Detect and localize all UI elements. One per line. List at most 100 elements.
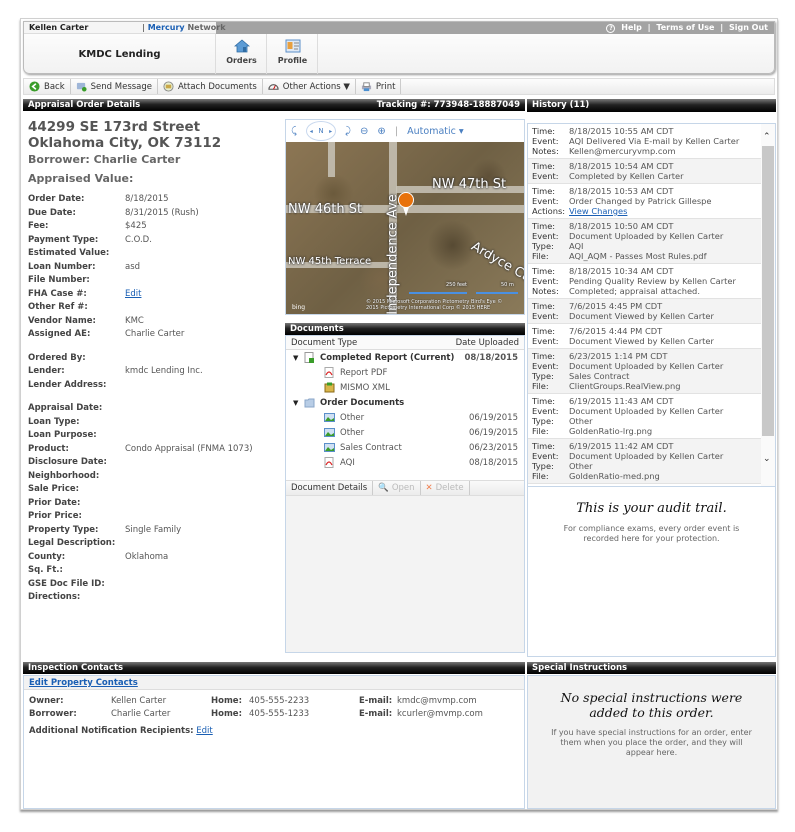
zoom-out-icon[interactable]: ⊖: [360, 126, 368, 137]
audit-text: For compliance exams, every order event …: [563, 524, 740, 543]
document-row[interactable]: Report PDF: [286, 365, 524, 380]
details-fields: Order Date: 8/18/2015 Due Date: 8/31/2015 (…: [28, 194, 278, 606]
field-label: Assigned AE:: [28, 329, 91, 339]
field-label: Lender Address:: [28, 379, 107, 390]
field-label: Property Type:: [28, 524, 99, 535]
document-row[interactable]: Sales Contract 06/23/2015: [286, 440, 524, 455]
document-group-row[interactable]: ▼ Completed Report (Current) 08/18/2015: [286, 350, 524, 365]
special-instructions-header: Special Instructions: [527, 662, 776, 674]
field-label: Estimated Value:: [28, 248, 110, 258]
detail-field-row: Product: Condo Appraisal (FNMA 1073): [28, 444, 278, 458]
detail-field-row: Loan Number: asd: [28, 262, 278, 276]
history-value: Other: [569, 461, 593, 471]
folder-icon: [304, 397, 315, 408]
additional-recipients-edit-link[interactable]: Edit: [196, 726, 212, 739]
signout-link[interactable]: Sign Out: [729, 23, 768, 32]
zoom-in-icon[interactable]: ⊕: [377, 126, 385, 137]
send-message-button[interactable]: Send Message: [71, 79, 159, 94]
detail-field-row: County: Oklahoma: [28, 552, 278, 566]
help-icon[interactable]: ?: [606, 24, 616, 33]
history-key: Actions:: [532, 206, 566, 216]
history-key: Type:: [532, 371, 554, 381]
field-value: Single Family: [125, 524, 182, 535]
compass-control[interactable]: ◂ N ▸: [306, 121, 336, 141]
document-row[interactable]: Other 06/19/2015: [286, 410, 524, 425]
document-row[interactable]: MISMO XML: [286, 380, 524, 395]
scroll-down-icon[interactable]: ⌄: [763, 454, 771, 464]
document-name: Sales Contract: [340, 442, 402, 453]
field-label: GSE Doc File ID:: [28, 578, 105, 589]
property-map[interactable]: ⤹ ◂ N ▸ ⤸ ⊖ ⊕ | Automatic ▾ NW 47th St NW …: [285, 119, 525, 315]
history-key: Notes:: [532, 146, 559, 156]
document-row[interactable]: Other 06/19/2015: [286, 425, 524, 440]
detail-field-row: Fee: $425: [28, 221, 278, 235]
detail-field-row: Loan Purpose:: [28, 430, 278, 444]
open-button[interactable]: 🔍 Open: [373, 481, 421, 495]
col-document-type[interactable]: Document Type: [291, 338, 357, 348]
field-label: Neighborhood:: [28, 470, 100, 481]
history-value: GoldenRatio-lrg.png: [569, 426, 653, 436]
home-phone: 405-555-2233: [249, 696, 310, 706]
map-type-dropdown[interactable]: Automatic ▾: [407, 126, 464, 137]
app-frame: Kellen Carter | Mercury Network ? Help |…: [20, 18, 778, 810]
history-value: Document Uploaded by Kellen Carter: [569, 231, 724, 241]
street-label: NW 46th St: [288, 202, 363, 217]
history-key: Event:: [532, 451, 559, 461]
borrower-heading: Borrower: Charlie Carter: [28, 153, 181, 166]
history-value: 7/6/2015 4:44 PM CDT: [569, 326, 663, 336]
nav-orders[interactable]: Orders: [217, 34, 267, 74]
document-group-row[interactable]: ▼ Order Documents: [286, 395, 524, 410]
rotate-left-icon[interactable]: ⤹: [291, 126, 297, 137]
field-label: Due Date:: [28, 207, 76, 218]
open-icon: 🔍: [378, 483, 389, 493]
detail-field-row: Lender Address:: [28, 380, 278, 394]
help-link[interactable]: Help: [621, 23, 642, 32]
history-value: 8/18/2015 10:53 AM CDT: [569, 186, 674, 196]
field-label: File Number:: [28, 275, 90, 285]
scroll-up-icon[interactable]: ⌃: [763, 132, 771, 142]
history-key: Event:: [532, 276, 559, 286]
history-value: Document Viewed by Kellen Carter: [569, 311, 714, 321]
delete-button[interactable]: ✕ Delete: [421, 481, 470, 495]
history-value: Kellen@mercuryvmp.com: [569, 146, 676, 156]
audit-title: This is your audit trail.: [576, 501, 727, 516]
attach-documents-button[interactable]: Attach Documents: [158, 79, 263, 94]
col-date-uploaded[interactable]: Date Uploaded: [456, 338, 519, 348]
gauge-icon: [268, 84, 279, 90]
contact-name: Kellen Carter: [111, 696, 167, 706]
history-value: 8/18/2015 10:55 AM CDT: [569, 126, 674, 136]
terms-link[interactable]: Terms of Use: [656, 23, 714, 32]
expand-triangle-icon[interactable]: ▼: [293, 399, 299, 407]
location-pin-icon[interactable]: [398, 192, 414, 208]
history-item: Time: 7/6/2015 4:45 PM CDT Event: Document …: [528, 299, 761, 324]
edit-property-contacts-link[interactable]: Edit Property Contacts: [29, 678, 138, 688]
document-row[interactable]: AQI 08/18/2015: [286, 455, 524, 470]
history-scrollbar[interactable]: ⌃ ⌄: [761, 124, 775, 486]
history-key: Time:: [532, 326, 556, 336]
field-label: Sq. Ft.:: [28, 565, 63, 575]
history-key: Time:: [532, 441, 556, 451]
field-value: asd: [125, 261, 141, 272]
print-button[interactable]: Print: [356, 79, 402, 94]
field-label: Prior Date:: [28, 497, 81, 508]
view-changes-link[interactable]: View Changes: [569, 206, 627, 216]
document-details-button[interactable]: Document Details: [286, 481, 374, 495]
scroll-thumb[interactable]: [762, 146, 774, 436]
history-item: Time: 6/19/2015 11:42 AM CDT Event: Documen…: [528, 439, 761, 484]
contact-row: Borrower: Charlie Carter Home: 405-555-1233…: [24, 709, 524, 722]
appraised-value-heading: Appraised Value:: [28, 172, 134, 185]
back-button[interactable]: Back: [24, 79, 71, 94]
expand-triangle-icon[interactable]: ▼: [293, 354, 299, 362]
history-item: Time: 8/18/2015 10:55 AM CDT Event: AQI Del…: [528, 124, 761, 159]
document-date: 06/23/2015: [469, 442, 518, 453]
detail-field-row: Due Date: 8/31/2015 (Rush): [28, 208, 278, 222]
contact-name: Charlie Carter: [111, 709, 171, 719]
nav-profile[interactable]: Profile: [268, 34, 318, 74]
documents-panel: Document Type Date Uploaded ▼ Completed R…: [285, 335, 525, 653]
other-actions-dropdown[interactable]: Other Actions ▼: [263, 79, 356, 94]
history-value: AQI_AQM - Passes Most Rules.pdf: [569, 251, 707, 261]
map-imagery[interactable]: NW 47th St NW 46th St NW 45th Terrace In…: [286, 142, 524, 314]
field-edit-link[interactable]: Edit: [125, 289, 141, 303]
rotate-right-icon[interactable]: ⤸: [345, 126, 351, 137]
document-name: AQI: [340, 457, 355, 468]
